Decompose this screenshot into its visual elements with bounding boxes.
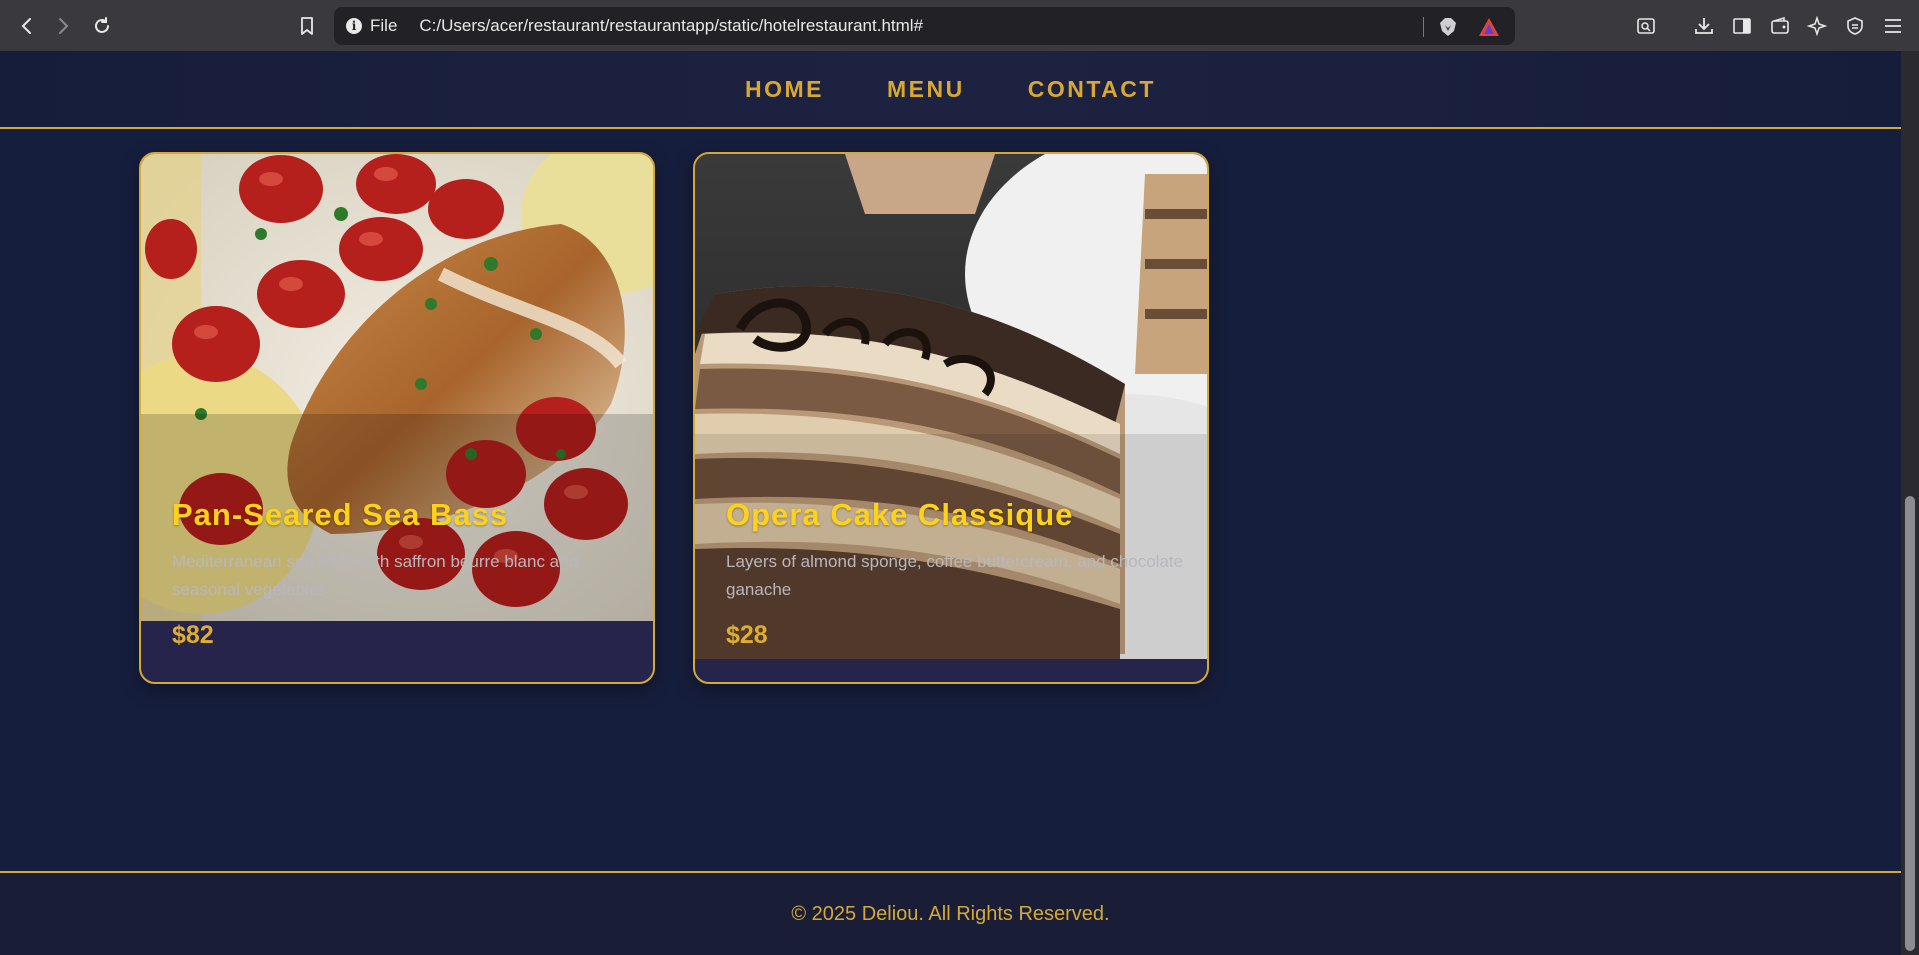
vpn-shield-icon[interactable] (1842, 13, 1868, 39)
forward-icon[interactable] (50, 13, 76, 39)
back-icon[interactable] (14, 13, 40, 39)
card-title: Pan-Seared Sea Bass (172, 497, 509, 532)
scrollbar-thumb[interactable] (1905, 496, 1915, 951)
card-title: Opera Cake Classique (726, 497, 1074, 532)
menu-card-sea-bass[interactable]: Pan-Seared Sea Bass Mediterranean sea ba… (139, 152, 655, 684)
sidebar-icon[interactable] (1729, 13, 1755, 39)
site-info-icon[interactable]: i (346, 18, 362, 34)
nav-home-link[interactable]: HOME (745, 76, 824, 103)
page-scrollbar[interactable] (1901, 51, 1919, 955)
download-icon[interactable] (1691, 13, 1717, 39)
card-description: Mediterranean sea bass with saffron beur… (172, 552, 579, 599)
nav-menu-link[interactable]: MENU (887, 76, 965, 103)
nav-contact-link[interactable]: CONTACT (1028, 76, 1156, 103)
page-viewport: HOME MENU CONTACT Pan-Seared Sea Bass Me… (0, 51, 1901, 955)
site-footer: © 2025 Deliou. All Rights Reserved. (0, 871, 1901, 955)
file-label: File (370, 16, 398, 35)
reload-icon[interactable] (89, 13, 115, 39)
wallet-icon[interactable] (1767, 13, 1793, 39)
brave-shields-icon[interactable] (1439, 17, 1457, 37)
search-page-icon[interactable] (1633, 13, 1659, 39)
site-header: HOME MENU CONTACT (0, 51, 1901, 129)
brave-rewards-icon[interactable] (1478, 17, 1500, 37)
leo-ai-icon[interactable] (1804, 13, 1830, 39)
menu-hamburger-icon[interactable] (1880, 13, 1906, 39)
address-divider (1423, 17, 1424, 37)
copyright-text: © 2025 Deliou. All Rights Reserved. (791, 902, 1110, 925)
menu-card-opera-cake[interactable]: Opera Cake Classique Layers of almond sp… (693, 152, 1209, 684)
card-description: Layers of almond sponge, coffee buttercr… (726, 552, 1184, 599)
url-text[interactable]: C:/Users/acer/restaurant/restaurantapp/s… (419, 16, 923, 36)
card-price: $28 (726, 621, 768, 649)
address-bar[interactable]: i File C:/Users/acer/restaurant/restaura… (334, 7, 1515, 45)
browser-toolbar: i File C:/Users/acer/restaurant/restaura… (0, 0, 1919, 51)
bookmark-icon[interactable] (294, 13, 320, 39)
card-price: $82 (172, 621, 214, 649)
